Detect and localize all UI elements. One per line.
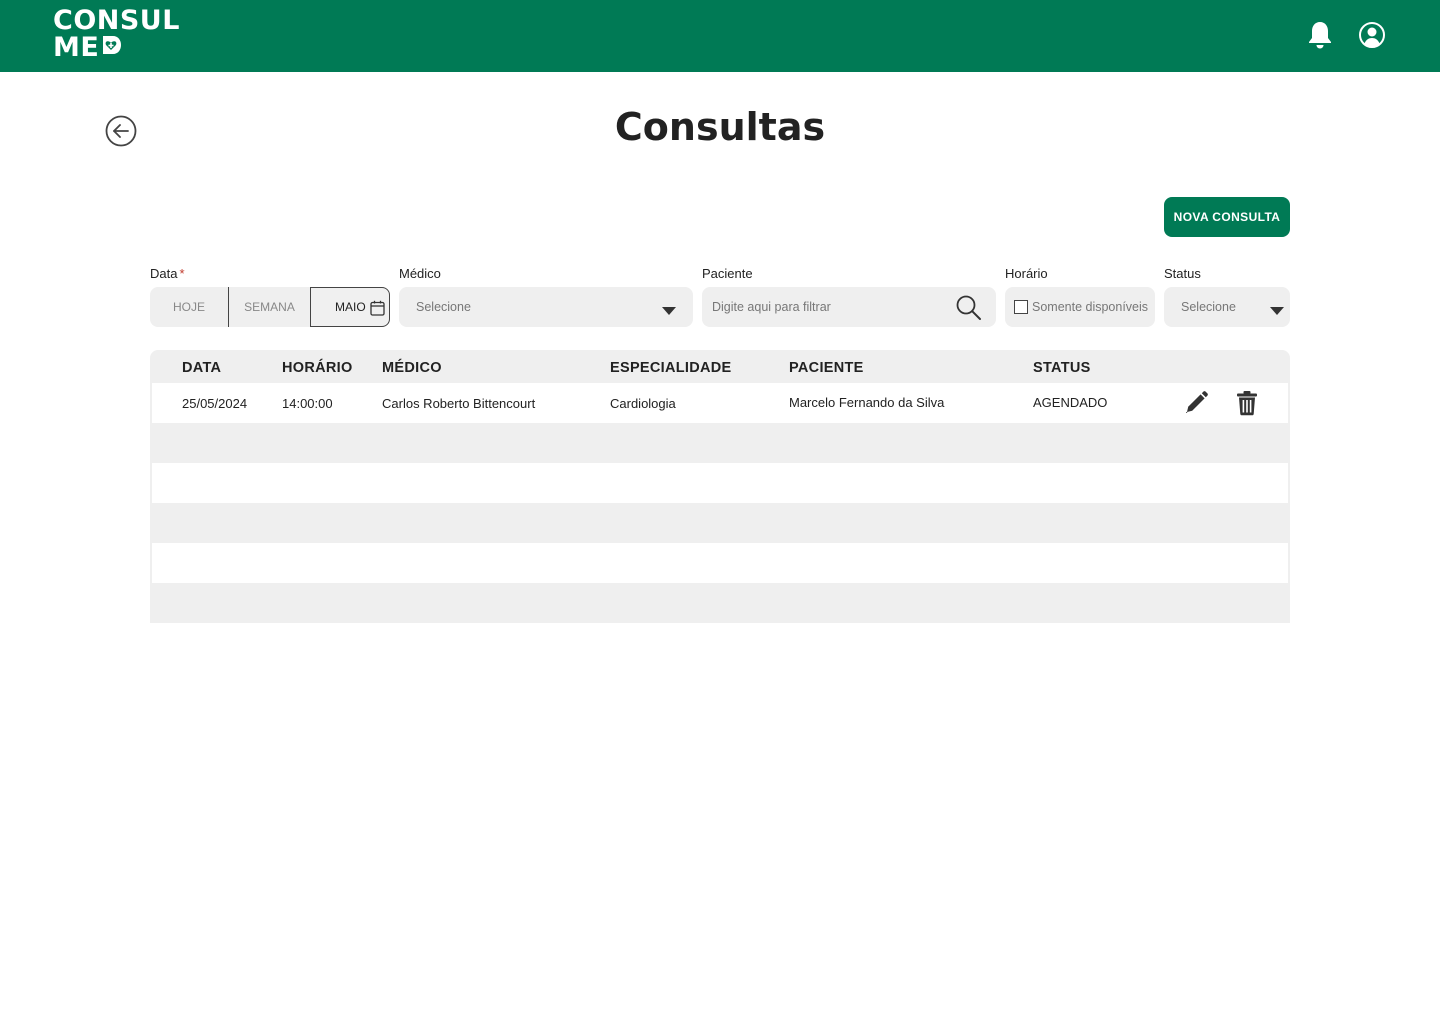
column-header-especialidade[interactable]: ESPECIALIDADE bbox=[610, 360, 732, 376]
column-header-medico[interactable]: MÉDICO bbox=[382, 360, 442, 376]
logo-line-2: ME bbox=[53, 31, 100, 63]
edit-pencil-icon[interactable] bbox=[1183, 390, 1209, 416]
logo-line-1: CONSUL bbox=[53, 5, 180, 36]
cell-especialidade: Cardiologia bbox=[610, 396, 676, 411]
table-header: DATA HORÁRIO MÉDICO ESPECIALIDADE PACIEN… bbox=[150, 350, 1290, 383]
required-mark: * bbox=[179, 266, 185, 281]
page-title: Consultas bbox=[614, 105, 826, 149]
data-label-text: Data bbox=[150, 266, 178, 281]
paciente-search-input[interactable] bbox=[702, 287, 952, 327]
filter-label-status: Status bbox=[1164, 266, 1201, 281]
horario-filter[interactable]: Somente disponíveis bbox=[1005, 287, 1155, 327]
date-option-semana[interactable]: SEMANA bbox=[229, 287, 310, 327]
chevron-down-icon bbox=[662, 303, 676, 315]
logo-heart-icon bbox=[100, 34, 122, 61]
table-row-empty bbox=[152, 423, 1288, 463]
filter-label-medico: Médico bbox=[399, 266, 441, 281]
table-row[interactable]: 25/05/2024 14:00:00 Carlos Roberto Bitte… bbox=[152, 383, 1288, 423]
date-option-maio[interactable]: MAIO bbox=[310, 287, 390, 327]
cell-medico: Carlos Roberto Bittencourt bbox=[382, 396, 536, 411]
top-bar: CONSUL ME bbox=[0, 0, 1440, 72]
filter-label-horario: Horário bbox=[1005, 266, 1048, 281]
cell-horario: 14:00:00 bbox=[282, 396, 333, 411]
available-only-checkbox[interactable] bbox=[1014, 300, 1028, 314]
bell-icon[interactable] bbox=[1306, 20, 1334, 50]
search-icon[interactable] bbox=[955, 294, 982, 321]
date-option-maio-label: MAIO bbox=[335, 300, 366, 314]
column-header-horario[interactable]: HORÁRIO bbox=[282, 360, 353, 376]
calendar-icon[interactable] bbox=[370, 300, 385, 316]
status-select-value: Selecione bbox=[1181, 300, 1236, 314]
column-header-paciente[interactable]: PACIENTE bbox=[789, 360, 864, 376]
status-select[interactable]: Selecione bbox=[1164, 287, 1290, 327]
table-row-empty bbox=[152, 583, 1288, 623]
medico-select-value: Selecione bbox=[416, 300, 471, 314]
filter-label-data: Data * bbox=[150, 266, 185, 281]
logo[interactable]: CONSUL ME bbox=[53, 5, 180, 63]
new-consultation-button[interactable]: NOVA CONSULTA bbox=[1164, 197, 1290, 237]
column-header-status[interactable]: STATUS bbox=[1033, 360, 1091, 376]
cell-status: AGENDADO bbox=[1033, 395, 1108, 410]
medico-select[interactable]: Selecione bbox=[399, 287, 693, 327]
user-circle-icon[interactable] bbox=[1358, 21, 1386, 49]
filter-label-paciente: Paciente bbox=[702, 266, 753, 281]
trash-icon[interactable] bbox=[1236, 390, 1262, 416]
date-option-hoje[interactable]: HOJE bbox=[150, 287, 229, 327]
consultations-table: DATA HORÁRIO MÉDICO ESPECIALIDADE PACIEN… bbox=[150, 350, 1290, 623]
paciente-search-field bbox=[702, 287, 996, 327]
date-range-selector: HOJE SEMANA MAIO bbox=[150, 287, 390, 327]
chevron-down-icon bbox=[1270, 303, 1284, 315]
cell-data: 25/05/2024 bbox=[182, 396, 248, 411]
table-row-empty bbox=[152, 503, 1288, 543]
table-row-empty bbox=[152, 463, 1288, 503]
available-only-label: Somente disponíveis bbox=[1032, 300, 1149, 314]
table-row-empty bbox=[152, 543, 1288, 583]
cell-paciente: Marcelo Fernando da Silva bbox=[789, 395, 945, 410]
column-header-data[interactable]: DATA bbox=[182, 360, 221, 376]
